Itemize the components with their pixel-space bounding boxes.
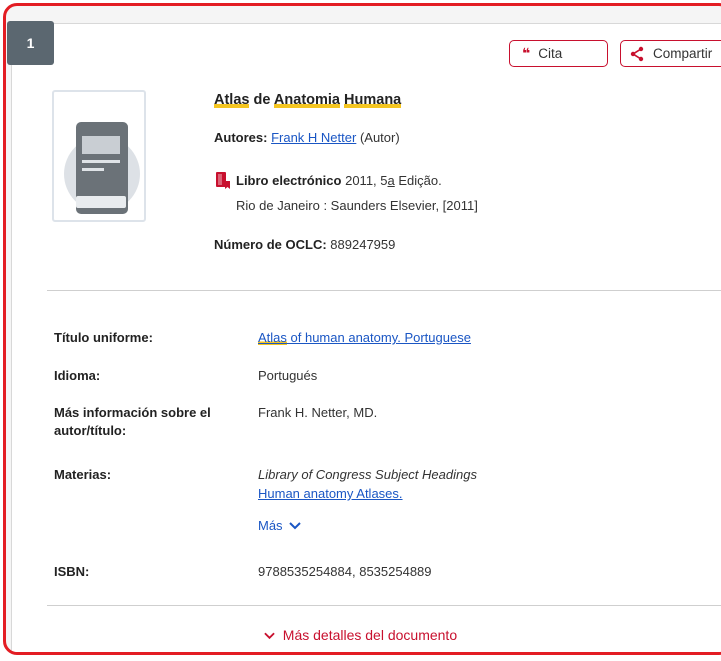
more-details-toggle[interactable]: Más detalles del documento	[0, 627, 721, 643]
authors-row: Autores: Frank H Netter (Autor)	[214, 130, 400, 145]
record-title[interactable]: Atlas de Anatomia Humana	[214, 92, 402, 108]
title-word-anatomia: Anatomia	[273, 92, 340, 108]
edition-ordinal: a	[387, 173, 395, 188]
uniform-title-label: Título uniforme:	[54, 330, 153, 345]
more-info-label-line1: Más información sobre el	[54, 405, 211, 420]
subjects-source: Library of Congress Subject Headings	[258, 467, 477, 482]
isbn-value: 9788535254884, 8535254889	[258, 564, 432, 579]
subject-heading-link[interactable]: Human anatomy Atlases.	[258, 486, 403, 501]
oclc-label: Número de OCLC:	[214, 237, 327, 252]
format-label: Libro electrónico	[236, 173, 342, 188]
edition-prefix: 2011, 5	[345, 173, 388, 188]
uniform-title-highlight: Atlas	[258, 330, 287, 345]
uniform-title-rest: of human anatomy. Portuguese	[286, 330, 471, 345]
divider-top	[47, 290, 721, 291]
share-icon	[630, 46, 644, 61]
quote-icon: ❝	[522, 45, 531, 61]
subjects-label: Materias:	[54, 467, 112, 482]
title-word-de: de	[249, 92, 274, 108]
more-info-label: Más información sobre el autor/título:	[54, 404, 211, 440]
result-number-badge: 1	[7, 21, 54, 65]
share-label: Compartir	[653, 46, 713, 61]
more-info-value: Frank H. Netter, MD.	[258, 405, 378, 420]
cite-button[interactable]: ❝ Cita	[509, 40, 608, 67]
subjects-heading-value: Human anatomy Atlases.	[258, 485, 403, 503]
language-label: Idioma:	[54, 368, 101, 383]
oclc-value: 889247959	[330, 237, 396, 252]
oclc-row: Número de OCLC: 889247959	[214, 237, 395, 252]
result-number: 1	[26, 35, 35, 51]
book-icon	[64, 122, 140, 214]
cite-label: Cita	[538, 46, 563, 61]
more-details-label: Más detalles del documento	[282, 627, 458, 643]
author-role: (Autor)	[359, 130, 400, 145]
ebook-icon	[216, 172, 230, 189]
divider-bottom	[47, 605, 721, 606]
edition-suffix: Edição.	[394, 173, 442, 188]
subjects-more-label: Más	[258, 518, 283, 533]
title-word-atlas: Atlas	[214, 92, 250, 108]
book-cover-thumbnail[interactable]	[52, 90, 146, 222]
publisher: Rio de Janeiro : Saunders Elsevier, [201…	[236, 198, 478, 213]
subjects-more-toggle[interactable]: Más	[258, 517, 301, 535]
isbn-label: ISBN:	[54, 564, 90, 579]
authors-label: Autores:	[214, 130, 268, 145]
title-word-humana: Humana	[344, 92, 402, 108]
format-row: Libro electrónico 2011, 5a Edição.	[216, 172, 442, 189]
uniform-title-value: Atlas of human anatomy. Portuguese	[258, 329, 471, 347]
more-info-label-line2: autor/título:	[54, 423, 127, 438]
share-button[interactable]: Compartir	[620, 40, 721, 67]
chevron-down-icon	[264, 632, 275, 640]
chevron-down-icon	[288, 522, 301, 530]
author-link[interactable]: Frank H Netter	[271, 130, 356, 145]
language-value: Portugués	[258, 368, 318, 383]
uniform-title-link[interactable]: Atlas of human anatomy. Portuguese	[258, 330, 471, 345]
